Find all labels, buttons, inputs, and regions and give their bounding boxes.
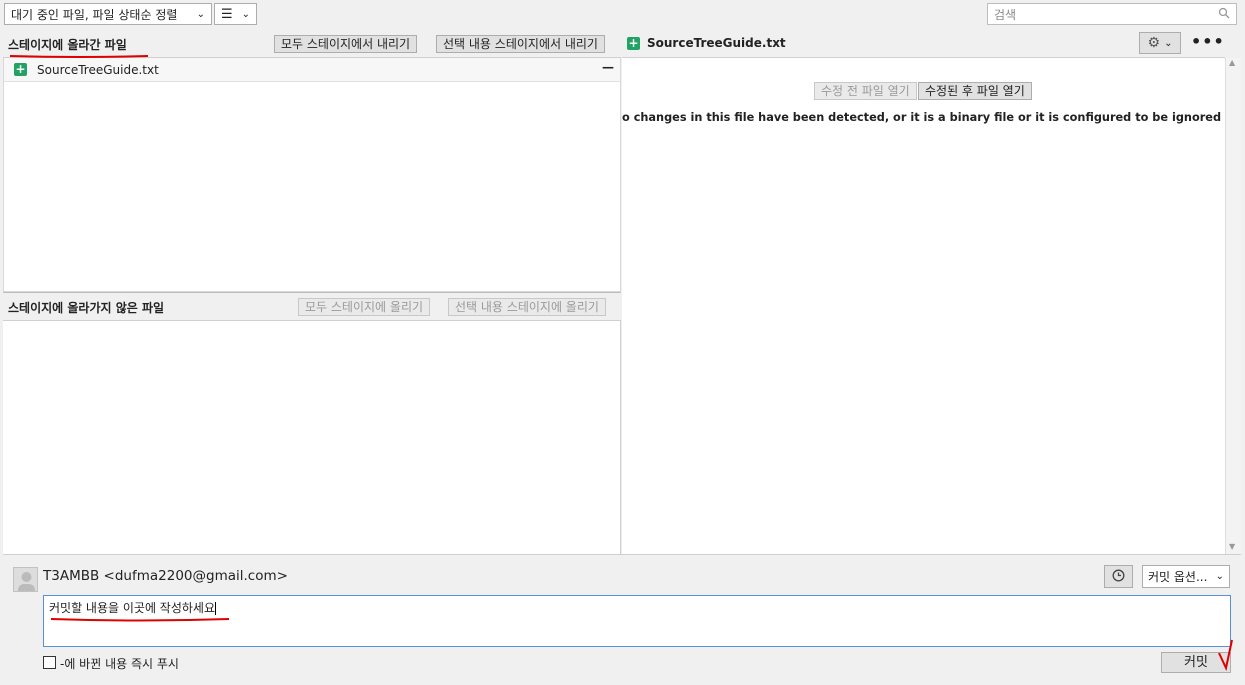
chevron-down-icon: ⌄ bbox=[1164, 37, 1173, 49]
open-after-button[interactable]: 수정된 후 파일 열기 bbox=[918, 82, 1032, 100]
staged-header: 스테이지에 올라간 파일 모두 스테이지에서 내리기 선택 내용 스테이지에서 … bbox=[3, 30, 621, 58]
unstage-all-button[interactable]: 모두 스테이지에서 내리기 bbox=[274, 35, 418, 53]
view-options-dropdown[interactable]: ☰ ⌄ bbox=[214, 3, 257, 25]
red-check-annotation bbox=[1218, 639, 1233, 671]
staged-file-name: SourceTreeGuide.txt bbox=[37, 63, 159, 77]
search-icon bbox=[1218, 7, 1230, 22]
commit-options-dropdown[interactable]: 커밋 옵션... ⌄ bbox=[1142, 565, 1230, 588]
staged-file-list: + SourceTreeGuide.txt — bbox=[3, 58, 621, 292]
more-icon[interactable]: ••• bbox=[1191, 32, 1225, 51]
commit-options-label: 커밋 옵션... bbox=[1148, 570, 1208, 584]
staged-file-row[interactable]: + SourceTreeGuide.txt — bbox=[4, 58, 620, 82]
settings-dropdown[interactable]: ⚙ ⌄ bbox=[1139, 32, 1181, 54]
collapse-icon[interactable]: — bbox=[602, 60, 614, 74]
chevron-down-icon: ⌄ bbox=[196, 8, 205, 20]
history-button[interactable] bbox=[1104, 565, 1133, 588]
unstaged-title: 스테이지에 올라가지 않은 파일 bbox=[8, 301, 165, 315]
scroll-up-icon[interactable]: ▲ bbox=[1229, 58, 1235, 67]
sort-dropdown-label: 대기 중인 파일, 파일 상태순 정렬 bbox=[11, 7, 178, 22]
search-input[interactable]: 검색 bbox=[987, 3, 1237, 25]
commit-author: T3AMBB <dufma2200@gmail.com> bbox=[43, 568, 288, 584]
scroll-down-icon[interactable]: ▼ bbox=[1229, 542, 1235, 551]
clock-icon bbox=[1112, 569, 1125, 585]
diff-message: o changes in this file have been detecte… bbox=[622, 111, 1225, 124]
gear-icon: ⚙ bbox=[1147, 35, 1161, 51]
search-placeholder: 검색 bbox=[994, 7, 1017, 22]
push-label: -에 바뀐 내용 즉시 푸시 bbox=[60, 657, 179, 671]
commit-area: T3AMBB <dufma2200@gmail.com> 커밋 옵션... ⌄ … bbox=[3, 554, 1241, 684]
sort-dropdown[interactable]: 대기 중인 파일, 파일 상태순 정렬 ⌄ bbox=[4, 3, 212, 25]
push-checkbox[interactable] bbox=[43, 656, 56, 669]
stage-selected-button[interactable]: 선택 내용 스테이지에 올리기 bbox=[448, 298, 606, 316]
diff-header: + SourceTreeGuide.txt ⚙ ⌄ ••• bbox=[622, 30, 1225, 58]
commit-message-text: 커밋할 내용을 이곳에 작성하세요 bbox=[49, 601, 216, 615]
text-cursor bbox=[215, 602, 217, 615]
stage-all-button[interactable]: 모두 스테이지에 올리기 bbox=[298, 298, 431, 316]
added-plus-icon: + bbox=[627, 36, 640, 50]
diff-pane: + SourceTreeGuide.txt ⚙ ⌄ ••• 수정 전 파일 열기… bbox=[622, 30, 1225, 554]
diff-file-name: SourceTreeGuide.txt bbox=[647, 36, 786, 50]
chevron-down-icon: ⌄ bbox=[241, 8, 250, 20]
red-underline-annotation bbox=[50, 618, 230, 622]
unstaged-header: 스테이지에 올라가지 않은 파일 모두 스테이지에 올리기 선택 내용 스테이지… bbox=[3, 293, 621, 321]
unstage-selected-button[interactable]: 선택 내용 스테이지에서 내리기 bbox=[436, 35, 605, 53]
avatar bbox=[13, 567, 38, 592]
added-plus-icon: + bbox=[14, 62, 27, 76]
unstaged-files-pane: 스테이지에 올라가지 않은 파일 모두 스테이지에 올리기 선택 내용 스테이지… bbox=[3, 292, 621, 554]
staged-title: 스테이지에 올라간 파일 bbox=[8, 38, 127, 52]
list-icon: ☰ bbox=[221, 6, 233, 22]
open-before-button[interactable]: 수정 전 파일 열기 bbox=[814, 82, 917, 100]
staged-files-pane: 스테이지에 올라간 파일 모두 스테이지에서 내리기 선택 내용 스테이지에서 … bbox=[3, 30, 621, 292]
diff-scrollbar[interactable]: ▲ ▼ bbox=[1225, 58, 1241, 554]
chevron-down-icon: ⌄ bbox=[1215, 571, 1224, 582]
